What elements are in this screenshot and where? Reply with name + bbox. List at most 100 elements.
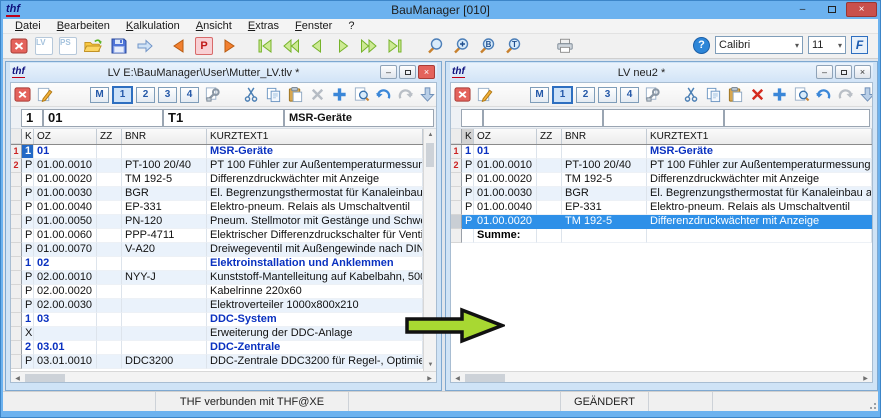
zoom-text-icon[interactable]: T: [503, 36, 523, 56]
column-header-oz[interactable]: OZ: [34, 129, 97, 144]
zoom-image-icon[interactable]: B: [477, 36, 497, 56]
row-marker-cell[interactable]: [11, 313, 22, 327]
prev-position-icon[interactable]: [169, 36, 189, 56]
edit-icon[interactable]: [476, 85, 493, 104]
zz-cell[interactable]: [537, 145, 562, 159]
row-marker-cell[interactable]: [451, 173, 462, 187]
position-field-4[interactable]: MSR-Geräte: [284, 109, 434, 127]
child-restore-button[interactable]: [399, 65, 416, 79]
table-row[interactable]: P03.01.0010DDC3200DDC-Zentrale DDC3200 f…: [11, 355, 423, 369]
nav-back-icon[interactable]: [307, 36, 327, 56]
oz-cell[interactable]: 01.00.0050: [34, 215, 97, 229]
font-size-select[interactable]: 11 ▾: [808, 36, 846, 54]
delete-icon[interactable]: [309, 85, 326, 104]
kurztext-cell[interactable]: El. Begrenzungsthermostat für Kanaleinba…: [647, 187, 872, 201]
k-cell[interactable]: [462, 229, 474, 243]
k-cell[interactable]: P: [22, 299, 34, 313]
table-row[interactable]: 1101MSR-Geräte: [451, 145, 872, 159]
child-close-button[interactable]: ×: [854, 65, 871, 79]
font-dialog-button[interactable]: F: [851, 36, 868, 54]
help-icon[interactable]: ?: [693, 37, 710, 54]
table-row[interactable]: P01.00.0020TM 192-5Differenzdruckwächter…: [451, 173, 872, 187]
k-cell[interactable]: P: [462, 159, 474, 173]
k-cell[interactable]: 1: [462, 145, 474, 159]
bnr-cell[interactable]: PN-120: [122, 215, 207, 229]
save-icon[interactable]: [109, 36, 129, 56]
kurztext-cell[interactable]: DDC-Zentrale DDC3200 für Regel-, Optimie…: [207, 355, 423, 369]
close-button[interactable]: ×: [846, 2, 877, 17]
scroll-left-icon[interactable]: ◀: [451, 372, 464, 383]
row-marker-cell[interactable]: [451, 229, 462, 243]
kurztext-cell[interactable]: Elektroverteiler 1000x800x210: [207, 299, 423, 313]
kurztext-cell[interactable]: Dreiwegeventil mit Außengewinde nach DIN…: [207, 243, 423, 257]
position-field-2[interactable]: [483, 109, 603, 127]
k-cell[interactable]: P: [462, 173, 474, 187]
bnr-cell[interactable]: [122, 313, 207, 327]
view-tab-1[interactable]: 1: [552, 86, 573, 104]
zz-cell[interactable]: [97, 341, 122, 355]
k-cell[interactable]: P: [462, 201, 474, 215]
zz-cell[interactable]: [97, 145, 122, 159]
bnr-cell[interactable]: V-A20: [122, 243, 207, 257]
kurztext-cell[interactable]: DDC-System: [207, 313, 423, 327]
bnr-cell[interactable]: NYY-J: [122, 271, 207, 285]
oz-cell[interactable]: 01.00.0020: [474, 215, 537, 229]
column-header-zz[interactable]: ZZ: [537, 129, 562, 144]
copy-icon[interactable]: [265, 85, 282, 104]
view-tab-m[interactable]: M: [90, 87, 109, 103]
bnr-cell[interactable]: TM 192-5: [562, 215, 647, 229]
zz-cell[interactable]: [537, 229, 562, 243]
oz-cell[interactable]: 01.00.0010: [474, 159, 537, 173]
scroll-down-icon[interactable]: ▼: [424, 359, 437, 371]
delete-icon[interactable]: [749, 85, 766, 104]
row-marker-cell[interactable]: [11, 341, 22, 355]
row-marker-cell[interactable]: [11, 285, 22, 299]
k-cell[interactable]: 2: [22, 341, 34, 355]
undo-icon[interactable]: [815, 85, 832, 104]
oz-cell[interactable]: 01: [474, 145, 537, 159]
table-row[interactable]: 1101MSR-Geräte: [11, 145, 423, 159]
kurztext-cell[interactable]: DDC-Zentrale: [207, 341, 423, 355]
send-down-icon[interactable]: [419, 85, 436, 104]
goto-icon[interactable]: [135, 36, 155, 56]
kurztext-cell[interactable]: Elektrischer Differenzdruckschalter für …: [207, 229, 423, 243]
table-row[interactable]: Summe:: [451, 229, 872, 243]
scroll-up-icon[interactable]: ▲: [424, 129, 437, 141]
view-tab-3[interactable]: 3: [598, 87, 617, 103]
bnr-cell[interactable]: EP-331: [122, 201, 207, 215]
nav-first-icon[interactable]: [255, 36, 275, 56]
row-marker-cell[interactable]: [11, 173, 22, 187]
bnr-cell[interactable]: [122, 327, 207, 341]
child-minimize-button[interactable]: –: [380, 65, 397, 79]
scroll-left-icon[interactable]: ◀: [11, 372, 24, 383]
zz-cell[interactable]: [97, 285, 122, 299]
menu-item-datei[interactable]: Datei: [7, 20, 49, 32]
font-name-select[interactable]: Calibri ▾: [715, 36, 803, 54]
oz-cell[interactable]: 03.01: [34, 341, 97, 355]
child-restore-button[interactable]: [835, 65, 852, 79]
oz-cell[interactable]: 01.00.0040: [474, 201, 537, 215]
child-titlebar[interactable]: thf LV E:\BauManager\User\Mutter_LV.tlv …: [10, 63, 437, 82]
kurztext-cell[interactable]: Pneum. Stellmotor mit Gestänge und Schwe…: [207, 215, 423, 229]
zz-cell[interactable]: [97, 313, 122, 327]
k-cell[interactable]: P: [22, 201, 34, 215]
oz-cell[interactable]: 03.01.0010: [34, 355, 97, 369]
search-icon[interactable]: [793, 85, 810, 104]
paste-icon[interactable]: [287, 85, 304, 104]
menu-item-extras[interactable]: Extras: [240, 20, 287, 32]
oz-cell[interactable]: Summe:: [474, 229, 537, 243]
kurztext-cell[interactable]: Elektro-pneum. Relais als Umschaltventil: [647, 201, 872, 215]
bnr-cell[interactable]: EP-331: [562, 201, 647, 215]
oz-cell[interactable]: 01.00.0030: [34, 187, 97, 201]
row-marker-cell[interactable]: 2: [451, 159, 462, 173]
edit-icon[interactable]: [36, 85, 53, 104]
print-icon[interactable]: [555, 36, 575, 56]
kurztext-cell[interactable]: Elektroinstallation und Anklemmen: [207, 257, 423, 271]
zz-cell[interactable]: [97, 159, 122, 173]
row-marker-cell[interactable]: [11, 257, 22, 271]
bnr-cell[interactable]: [122, 341, 207, 355]
maximize-button[interactable]: [817, 2, 846, 17]
table-row[interactable]: P01.00.0020TM 192-5Differenzdruckwächter…: [11, 173, 423, 187]
oz-cell[interactable]: 02.00.0010: [34, 271, 97, 285]
bnr-cell[interactable]: [122, 145, 207, 159]
